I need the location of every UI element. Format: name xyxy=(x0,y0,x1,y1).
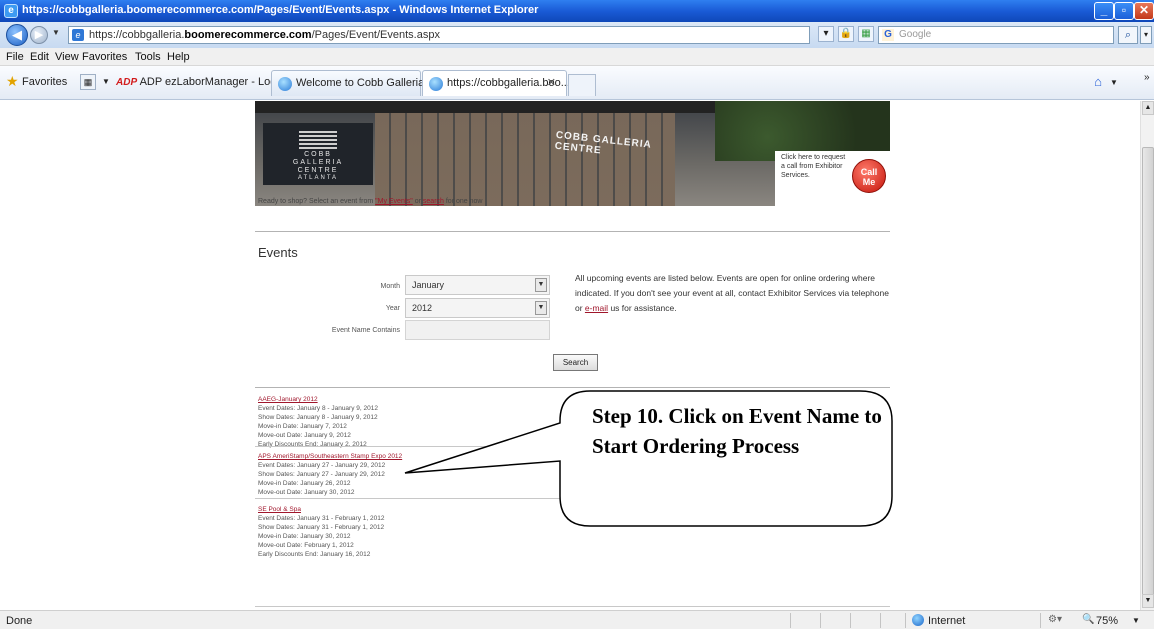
ie-page-icon xyxy=(429,77,443,91)
search-placeholder: Google xyxy=(899,29,932,40)
menu-tools[interactable]: Tools xyxy=(135,51,161,63)
lock-icon[interactable]: 🔒 xyxy=(838,26,854,42)
new-tab-button[interactable] xyxy=(568,74,596,96)
scroll-thumb[interactable] xyxy=(1142,147,1154,603)
forward-button[interactable]: ▶ xyxy=(30,26,48,44)
address-field[interactable]: e https://cobbgalleria.boomerecommerce.c… xyxy=(68,26,810,44)
maximize-button[interactable]: ▫ xyxy=(1114,2,1134,20)
menu-view[interactable]: View xyxy=(55,51,79,63)
menu-edit[interactable]: Edit xyxy=(30,51,49,63)
window-title: https://cobbgalleria.boomerecommerce.com… xyxy=(22,4,539,16)
quick-tabs-icon[interactable]: ▦ xyxy=(80,74,96,90)
close-button[interactable]: ✕ xyxy=(1134,2,1154,20)
search-options-icon[interactable]: ▾ xyxy=(1140,26,1152,44)
menu-help[interactable]: Help xyxy=(167,51,190,63)
more-tools-icon[interactable]: » xyxy=(1144,72,1150,83)
scroll-down-icon[interactable]: ▼ xyxy=(1142,594,1154,608)
google-icon: G xyxy=(882,29,894,41)
favorites-label[interactable]: Favorites xyxy=(22,76,67,88)
back-button[interactable]: ◀ xyxy=(6,24,28,46)
security-zone[interactable]: Internet xyxy=(928,615,965,627)
menu-file[interactable]: File xyxy=(6,51,24,63)
adp-logo-icon: ADP xyxy=(116,77,138,88)
status-bar: Done Internet ⚙▾ 🔍 75% ▼ xyxy=(0,610,1154,629)
home-icon[interactable]: ⌂ xyxy=(1090,74,1106,90)
tab-events[interactable]: https://cobbgalleria.boo... ✕ xyxy=(422,70,570,96)
page-icon: e xyxy=(72,29,84,41)
title-bar: e https://cobbgalleria.boomerecommerce.c… xyxy=(0,0,1154,22)
history-dropdown-icon[interactable]: ▼ xyxy=(52,28,60,37)
address-row: ◀ ▶ ▼ e https://cobbgalleria.boomerecomm… xyxy=(0,22,1154,48)
protected-mode-icon[interactable]: ⚙▾ xyxy=(1048,614,1062,625)
tab-list-dropdown-icon[interactable]: ▼ xyxy=(102,77,110,86)
callout-text: Step 10. Click on Event Name to Start Or… xyxy=(592,404,882,458)
internet-zone-icon xyxy=(912,614,924,626)
ie-logo-icon: e xyxy=(4,4,18,18)
search-input[interactable]: G Google xyxy=(878,26,1114,44)
favorites-star-icon[interactable]: ★ xyxy=(6,74,20,88)
callout-bubble xyxy=(404,390,893,527)
scroll-up-icon[interactable]: ▲ xyxy=(1142,101,1154,115)
home-dropdown-icon[interactable]: ▼ xyxy=(1110,78,1118,87)
address-dropdown-icon[interactable]: ▾ xyxy=(818,26,834,42)
zoom-icon[interactable]: 🔍 xyxy=(1082,614,1094,625)
favorite-link-adp[interactable]: ADP ADP ezLaborManager - Login xyxy=(116,76,285,88)
favorites-bar: ★ Favorites ▦ ▼ ADP ADP ezLaborManager -… xyxy=(0,66,1154,100)
zoom-level[interactable]: 75% xyxy=(1096,615,1118,627)
status-text: Done xyxy=(6,615,33,627)
menu-bar: File Edit View Favorites Tools Help xyxy=(0,48,1154,66)
close-tab-icon[interactable]: ✕ xyxy=(547,76,556,89)
search-icon[interactable]: ⌕ xyxy=(1118,26,1138,44)
vertical-scrollbar[interactable]: ▲ ▼ xyxy=(1140,101,1154,610)
compatibility-view-icon[interactable]: ▦ xyxy=(858,26,874,42)
tab-welcome[interactable]: Welcome to Cobb Galleria Ce... xyxy=(271,70,450,96)
minimize-button[interactable]: _ xyxy=(1094,2,1114,20)
page-viewport: COBB GALLERIA CENTRE ATLANTA COBB GALLER… xyxy=(0,101,1140,610)
ie-page-icon xyxy=(278,77,292,91)
menu-favorites[interactable]: Favorites xyxy=(82,51,127,63)
zoom-dropdown-icon[interactable]: ▼ xyxy=(1132,616,1140,625)
url-text: https://cobbgalleria.boomerecommerce.com… xyxy=(89,29,440,41)
